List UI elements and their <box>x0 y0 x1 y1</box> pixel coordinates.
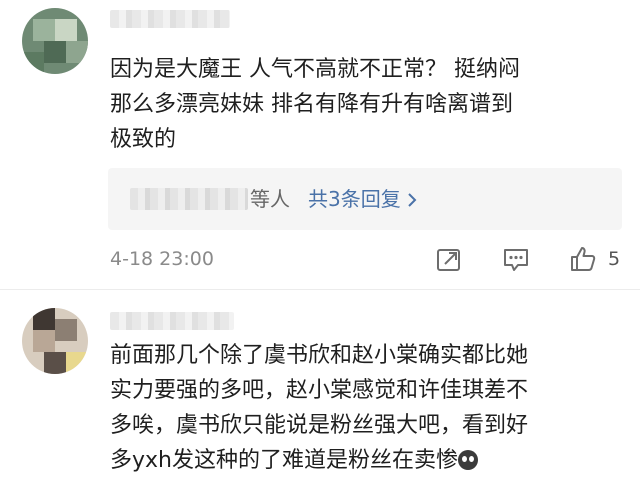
username-blurred[interactable] <box>110 10 230 28</box>
share-icon <box>437 249 460 271</box>
chevron-right-icon <box>407 185 417 213</box>
avatar[interactable] <box>22 308 88 374</box>
reply-suffix: 等人 <box>250 187 290 211</box>
comment-text: 前面那几个除了虞书欣和赵小棠确实都比她 实力要强的多吧，赵小棠感觉和许佳琪差不 … <box>110 338 528 478</box>
comment-text: 因为是大魔王 人气不高就不正常？ 挺纳闷 那么多漂亮妹妹 排名有降有升有啥离谱到… <box>110 57 520 152</box>
avatar[interactable] <box>22 8 88 74</box>
like-icon <box>571 247 596 271</box>
view-replies-label: 共3条回复 <box>308 187 401 211</box>
username-blurred[interactable] <box>110 312 234 330</box>
reply-usernames-blurred <box>130 188 248 210</box>
comment-icon <box>504 249 528 271</box>
reply-summary-box[interactable]: 等人 共3条回复 <box>108 168 622 230</box>
comment-button[interactable] <box>501 244 531 274</box>
like-button[interactable] <box>568 244 598 274</box>
divider <box>0 289 640 290</box>
comment-timestamp: 4-18 23:00 <box>110 248 214 270</box>
crying-emoji-icon <box>457 450 478 470</box>
share-button[interactable] <box>434 244 464 274</box>
like-count: 5 <box>608 248 621 270</box>
view-replies-link[interactable]: 共3条回复 <box>308 185 417 213</box>
